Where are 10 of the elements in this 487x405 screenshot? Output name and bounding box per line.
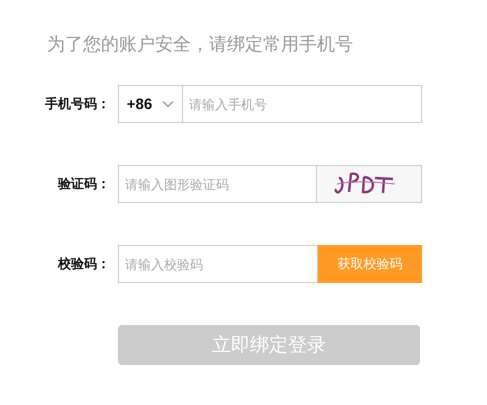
country-code-select[interactable]: +86 xyxy=(118,85,183,123)
field-label: 手机号码： xyxy=(44,95,110,113)
field-label: 校验码： xyxy=(56,255,110,273)
phone-input[interactable]: 请输入手机号 xyxy=(183,85,422,123)
captcha-input[interactable]: 请输入图形验证码 xyxy=(118,165,317,203)
form-heading: 为了您的账户安全，请绑定常用手机号 xyxy=(47,33,354,56)
get-code-button[interactable]: 获取校验码 xyxy=(318,245,422,283)
verification-code-input[interactable]: 请输入校验码 xyxy=(118,245,318,283)
field-label: 验证码： xyxy=(56,175,110,193)
caret-icon xyxy=(162,100,174,108)
